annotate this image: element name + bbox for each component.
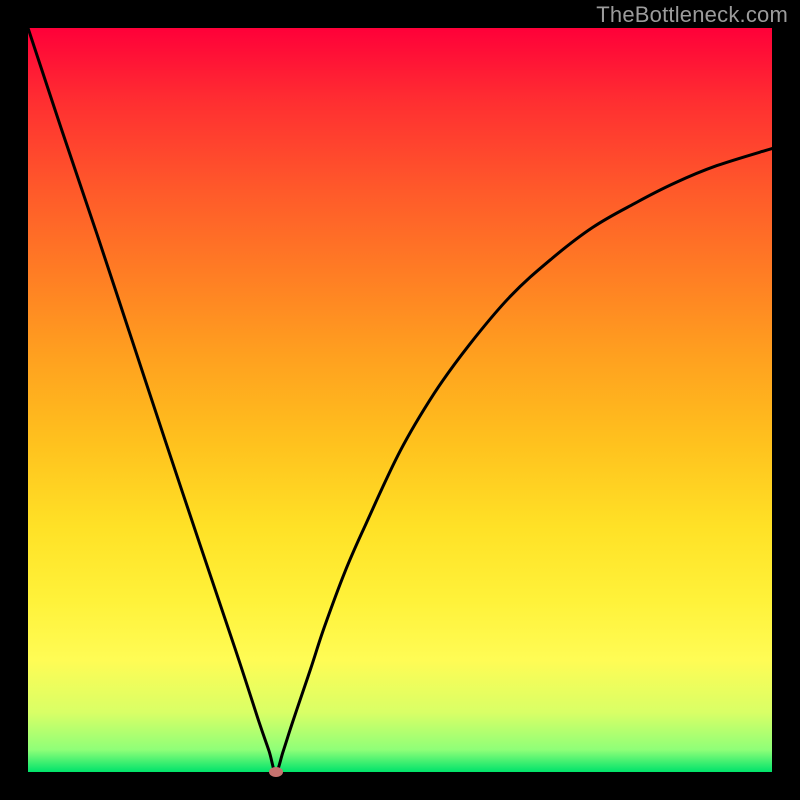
minimum-marker — [269, 767, 283, 777]
plot-area — [28, 28, 772, 772]
bottleneck-curve — [28, 28, 772, 772]
watermark-text: TheBottleneck.com — [596, 2, 788, 28]
chart-frame: TheBottleneck.com — [0, 0, 800, 800]
curve-layer — [28, 28, 772, 772]
